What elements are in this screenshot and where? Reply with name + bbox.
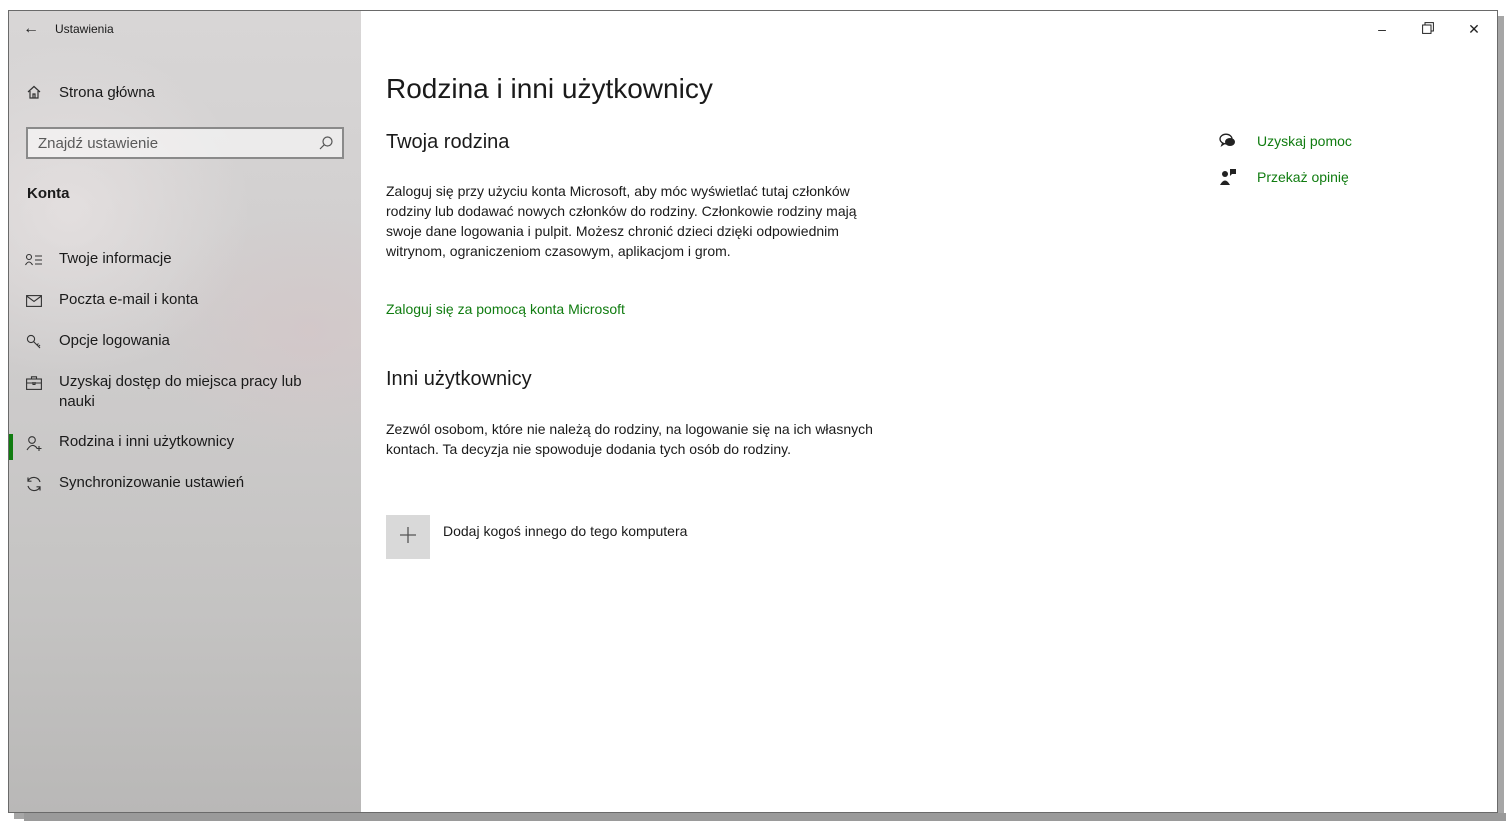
- chat-help-icon: [1219, 133, 1257, 149]
- microsoft-signin-link[interactable]: Zaloguj się za pomocą konta Microsoft: [386, 301, 625, 317]
- sidebar-item-work-school[interactable]: Uzyskaj dostęp do miejsca pracy lub nauk…: [9, 362, 361, 422]
- sidebar-item-family[interactable]: Rodzina i inni użytkownicy: [9, 422, 361, 463]
- feedback-person-icon: [1219, 168, 1257, 186]
- sidebar: ← Ustawienia Strona główna Konta Twoje i…: [9, 11, 361, 812]
- plus-icon: [399, 523, 417, 551]
- get-help-link[interactable]: Uzyskaj pomoc: [1219, 123, 1352, 159]
- search-input[interactable]: [28, 133, 310, 153]
- add-person-icon: [9, 432, 59, 453]
- main-content: – ✕ Rodzina i inni użytkownicy Twoja rod…: [361, 11, 1497, 812]
- sidebar-item-home[interactable]: Strona główna: [9, 75, 361, 109]
- settings-window: ← Ustawienia Strona główna Konta Twoje i…: [8, 10, 1498, 813]
- sidebar-item-label: Synchronizowanie ustawień: [59, 474, 245, 491]
- sidebar-item-email[interactable]: Poczta e-mail i konta: [9, 280, 361, 321]
- sidebar-item-label: Opcje logowania: [59, 332, 170, 349]
- window-shadow: [24, 813, 1506, 821]
- minimize-button[interactable]: –: [1359, 11, 1405, 47]
- contact-card-icon: [9, 249, 59, 270]
- close-button[interactable]: ✕: [1451, 11, 1497, 47]
- back-button[interactable]: ←: [9, 11, 53, 47]
- restore-button[interactable]: [1405, 11, 1451, 47]
- sidebar-item-label: Twoje informacje: [59, 250, 172, 267]
- key-icon: [9, 331, 59, 352]
- home-label: Strona główna: [59, 83, 155, 101]
- search-icon[interactable]: [310, 135, 342, 151]
- briefcase-icon: [9, 372, 59, 393]
- sidebar-section-title: Konta: [27, 185, 70, 202]
- search-box[interactable]: [26, 127, 344, 159]
- mail-icon: [9, 290, 59, 311]
- minimize-icon: –: [1378, 21, 1386, 37]
- restore-icon: [1422, 21, 1434, 37]
- help-links: Uzyskaj pomoc Przekaż opinię: [1219, 123, 1352, 195]
- home-icon: [9, 84, 59, 100]
- back-arrow-icon: ←: [23, 20, 39, 37]
- app-title: Ustawienia: [55, 22, 114, 36]
- sidebar-nav: Twoje informacje Poczta e-mail i konta O…: [9, 239, 361, 504]
- titlebar: ← Ustawienia: [9, 11, 361, 47]
- get-help-label: Uzyskaj pomoc: [1257, 133, 1352, 149]
- add-user-button[interactable]: [386, 515, 430, 559]
- sidebar-item-label: Rodzina i inni użytkownicy: [59, 433, 235, 450]
- other-users-description: Zezwól osobom, które nie należą do rodzi…: [386, 421, 873, 457]
- sidebar-item-your-info[interactable]: Twoje informacje: [9, 239, 361, 280]
- close-icon: ✕: [1468, 20, 1480, 37]
- other-users-heading: Inni użytkownicy: [386, 368, 532, 390]
- family-heading: Twoja rodzina: [386, 131, 510, 153]
- family-description: Zaloguj się przy użyciu konta Microsoft,…: [386, 183, 857, 259]
- sync-icon: [9, 473, 59, 494]
- sidebar-item-sign-in-options[interactable]: Opcje logowania: [9, 321, 361, 362]
- window-controls: – ✕: [1359, 11, 1497, 47]
- page-title: Rodzina i inni użytkownicy: [386, 73, 713, 104]
- sidebar-item-sync[interactable]: Synchronizowanie ustawień: [9, 463, 361, 504]
- add-user-label[interactable]: Dodaj kogoś innego do tego komputera: [443, 523, 687, 539]
- sidebar-item-label: Uzyskaj dostęp do miejsca pracy lub nauk…: [59, 373, 302, 410]
- feedback-link[interactable]: Przekaż opinię: [1219, 159, 1352, 195]
- feedback-label: Przekaż opinię: [1257, 169, 1349, 185]
- sidebar-item-label: Poczta e-mail i konta: [59, 291, 199, 308]
